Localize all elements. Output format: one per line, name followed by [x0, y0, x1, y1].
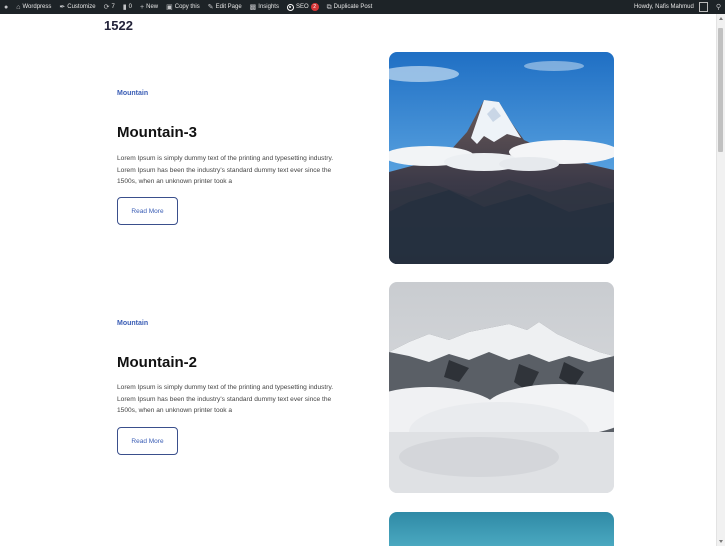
updates-count: 7	[111, 4, 115, 10]
customize-label: Customize	[67, 4, 96, 10]
wordpress-logo-icon: ●	[4, 3, 9, 11]
home-icon: ⌂	[16, 3, 21, 11]
excerpt-line: Lorem Ipsum is simply dummy text of the …	[117, 155, 334, 162]
read-more-button[interactable]: Read More	[117, 197, 178, 225]
bar-chart-icon: ▩	[249, 3, 257, 11]
page-title: 1522	[104, 18, 133, 33]
snowy-mountain-image	[389, 282, 614, 493]
new-label: New	[146, 4, 159, 10]
updates-link[interactable]: ⟳ 7	[100, 0, 119, 14]
post-category[interactable]: Mountain	[117, 90, 148, 97]
scroll-thumb[interactable]	[718, 28, 723, 152]
excerpt-line: 1500s, when an unknown printer took a	[117, 407, 233, 414]
copy-label: Copy this	[174, 4, 200, 10]
duplicate-icon: ⧉	[326, 3, 332, 11]
post-title[interactable]: Mountain-3	[117, 124, 197, 141]
read-more-button[interactable]: Read More	[117, 427, 178, 455]
plus-icon: +	[140, 3, 145, 11]
mountain-peak-image	[389, 52, 614, 264]
scroll-up-arrow-icon[interactable]	[719, 17, 723, 20]
scroll-down-arrow-icon[interactable]	[719, 540, 723, 543]
edit-page-link[interactable]: ✎ Edit Page	[204, 0, 246, 14]
comment-icon: ▮	[122, 3, 127, 11]
post-excerpt: Lorem Ipsum is simply dummy text of the …	[117, 153, 377, 188]
post-excerpt: Lorem Ipsum is simply dummy text of the …	[117, 382, 377, 417]
excerpt-line: Lorem Ipsum has been the industry's stan…	[117, 166, 332, 174]
site-name-label: Wordpress	[22, 4, 52, 10]
copy-icon: ▣	[166, 3, 173, 11]
customize-link[interactable]: ✒ Customize	[55, 0, 99, 14]
post-thumbnail[interactable]	[389, 512, 614, 546]
post-category[interactable]: Mountain	[117, 320, 148, 327]
seo-label: SEO	[295, 4, 309, 10]
copy-this-link[interactable]: ▣ Copy this	[162, 0, 204, 14]
insights-label: Insights	[258, 4, 279, 10]
excerpt-line: Lorem Ipsum is simply dummy text of the …	[117, 384, 334, 391]
howdy-label: Howdy, Nafis Mahmud	[633, 4, 694, 10]
comments-link[interactable]: ▮ 0	[119, 0, 136, 14]
excerpt-line: 1500s, when an unknown printer took a	[117, 178, 233, 185]
sky-image	[389, 512, 614, 546]
comments-count: 0	[128, 4, 133, 10]
search-icon: ⚲	[715, 3, 721, 11]
post-title[interactable]: Mountain-2	[117, 354, 197, 371]
post-thumbnail[interactable]	[389, 52, 614, 264]
admin-bar: ● ⌂ Wordpress ✒ Customize ⟳ 7 ▮ 0 + New …	[0, 0, 725, 14]
duplicate-label: Duplicate Post	[333, 4, 373, 10]
avatar	[698, 2, 708, 12]
pencil-icon: ✎	[207, 3, 214, 11]
insights-link[interactable]: ▩ Insights	[246, 0, 283, 14]
post-thumbnail[interactable]	[389, 282, 614, 493]
seo-notification-badge: 2	[310, 3, 319, 11]
wordpress-menu[interactable]: ●	[0, 0, 12, 14]
duplicate-post-link[interactable]: ⧉ Duplicate Post	[323, 0, 377, 14]
edit-label: Edit Page	[215, 4, 242, 10]
site-name-menu[interactable]: ⌂ Wordpress	[12, 0, 55, 14]
page-scrollbar[interactable]	[716, 14, 725, 546]
refresh-icon: ⟳	[103, 3, 110, 11]
brush-icon: ✒	[59, 3, 66, 11]
account-menu[interactable]: Howdy, Nafis Mahmud	[630, 0, 712, 14]
seo-menu[interactable]: SEO 2	[283, 0, 323, 14]
excerpt-line: Lorem Ipsum has been the industry's stan…	[117, 395, 332, 403]
seo-logo-icon	[286, 3, 294, 11]
new-content-menu[interactable]: + New	[136, 0, 162, 14]
search-toggle[interactable]: ⚲	[712, 0, 725, 14]
